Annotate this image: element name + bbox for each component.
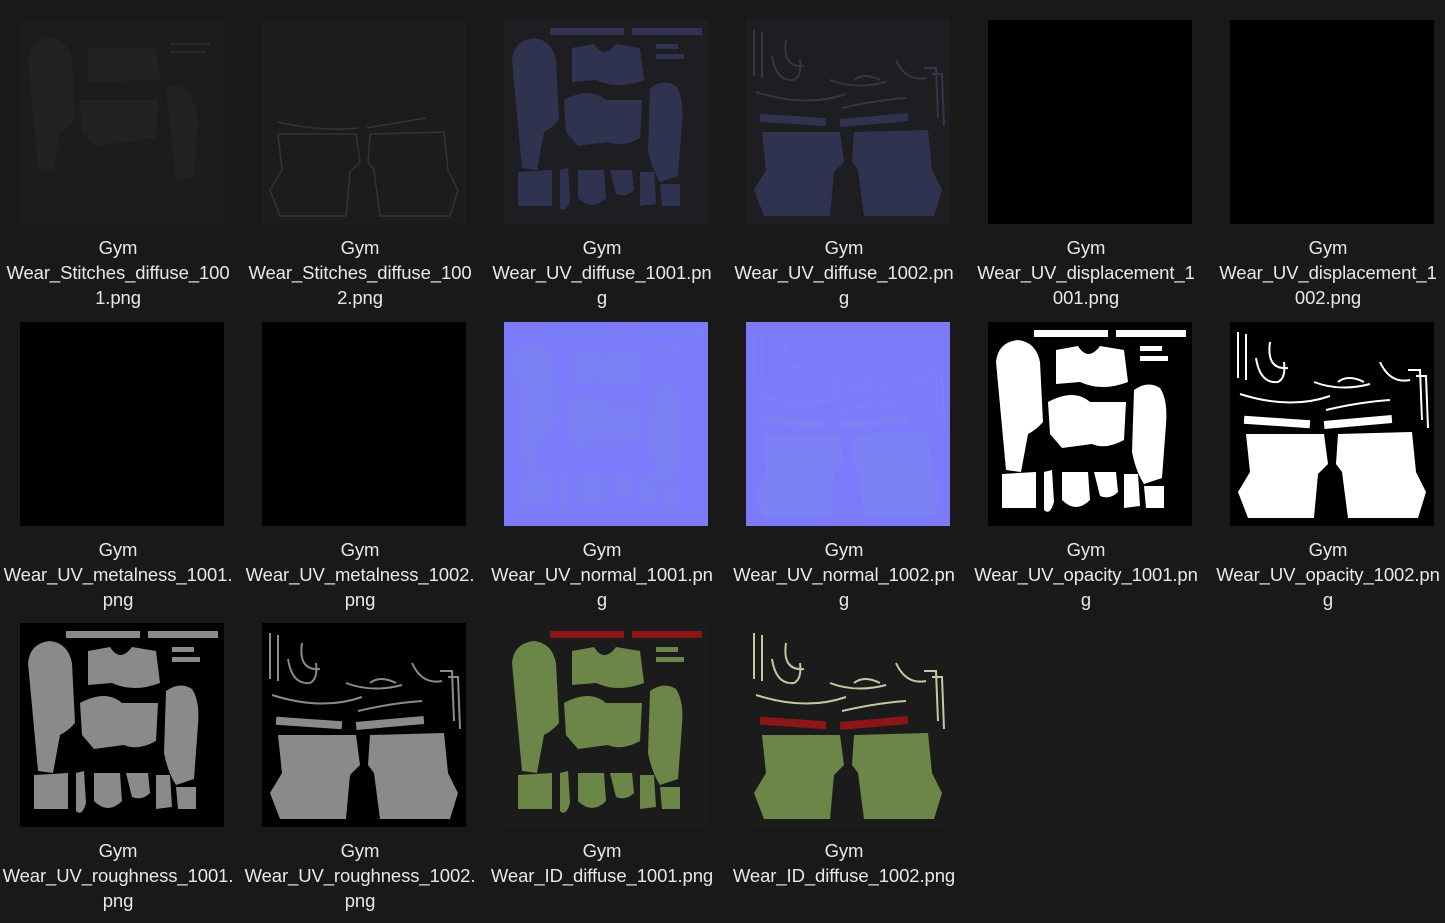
file-grid: Gym Wear_Stitches_diffuse_100 1.png Gym Wea… [0, 0, 1445, 923]
file-name-line: Wear_Stitches_diffuse_100 [6, 262, 230, 283]
file-name-line: Wear_UV_normal_1001.pn [491, 564, 713, 585]
file-item[interactable]: Gym Wear_UV_normal_1001.pn g [486, 302, 713, 610]
file-name: Gym Wear_ID_diffuse_1002.png [728, 838, 960, 888]
file-name-line: Gym [340, 539, 380, 560]
file-name: Gym Wear_UV_diffuse_1001.pn g [486, 235, 718, 310]
file-name-line: Gym [340, 840, 380, 861]
file-name: Gym Wear_UV_displacement_1 002.png [1212, 235, 1444, 310]
file-item[interactable]: Gym Wear_UV_roughness_1001.png [2, 603, 234, 911]
file-name-line: Gym [1066, 237, 1106, 258]
texture-thumbnail-icon [504, 623, 708, 827]
file-name-line: Gym [98, 840, 138, 861]
file-name-line: Wear_UV_displacement_1 [977, 262, 1195, 283]
file-name-line: Wear_ID_diffuse_1002.png [732, 865, 956, 886]
file-name: Gym Wear_ID_diffuse_1001.png [486, 838, 718, 888]
texture-thumbnail-icon [746, 322, 950, 526]
file-item[interactable]: Gym Wear_UV_diffuse_1002.pn g [728, 0, 954, 308]
file-item[interactable]: Gym Wear_ID_diffuse_1002.png [728, 603, 955, 903]
file-item[interactable]: Gym Wear_UV_displacement_1 002.png [1212, 0, 1437, 308]
file-item[interactable]: Gym Wear_UV_normal_1002.pn g [728, 302, 955, 610]
texture-thumbnail-icon [746, 623, 950, 827]
file-name-line: Wear_UV_metalness_1002. [245, 564, 475, 585]
file-name-line: Wear_UV_opacity_1001.pn [974, 564, 1198, 585]
file-name-line: Wear_UV_metalness_1001. [3, 564, 233, 585]
texture-thumbnail-icon [988, 322, 1192, 526]
file-name: Gym Wear_Stitches_diffuse_100 1.png [2, 235, 234, 310]
file-name: Gym Wear_UV_normal_1001.pn g [486, 537, 718, 612]
file-name-line: g [1080, 589, 1092, 610]
texture-thumbnail-icon [20, 20, 224, 224]
texture-thumbnail-icon [20, 623, 224, 827]
file-name-line: Gym [582, 237, 622, 258]
file-item[interactable]: Gym Wear_ID_diffuse_1001.png [486, 603, 713, 903]
file-name-line: Gym [1308, 539, 1348, 560]
file-name-line: Wear_UV_roughness_1001. [2, 865, 234, 886]
file-name-line: Gym [824, 840, 864, 861]
file-name-line: Gym [824, 237, 864, 258]
file-item[interactable]: Gym Wear_UV_roughness_1002.png [244, 603, 476, 911]
file-item[interactable]: Gym Wear_UV_opacity_1002.png [1212, 302, 1440, 610]
file-name-line: Wear_UV_opacity_1002.pn [1216, 564, 1440, 585]
file-name: Gym Wear_UV_displacement_1 001.png [970, 235, 1202, 310]
file-name: Gym Wear_UV_metalness_1002. png [244, 537, 476, 612]
texture-thumbnail-icon [262, 623, 466, 827]
file-name: Gym Wear_UV_roughness_1002.png [244, 838, 476, 913]
file-name: Gym Wear_UV_roughness_1001.png [2, 838, 234, 913]
file-name-line: png [102, 890, 134, 911]
file-name: Gym Wear_Stitches_diffuse_100 2.png [244, 235, 476, 310]
file-item[interactable]: Gym Wear_UV_opacity_1001.png [970, 302, 1198, 610]
file-name-line: Wear_UV_displacement_1 [1219, 262, 1437, 283]
file-name: Gym Wear_UV_opacity_1001.png [970, 537, 1202, 612]
file-item[interactable]: Gym Wear_UV_metalness_1001. png [2, 302, 232, 610]
file-name-line: Wear_UV_diffuse_1001.pn [492, 262, 712, 283]
file-name-line: Wear_UV_roughness_1002. [244, 865, 476, 886]
file-name-line: Gym [1308, 237, 1348, 258]
file-name-line: Gym [1066, 539, 1106, 560]
texture-thumbnail-icon [504, 20, 708, 224]
texture-thumbnail-icon [262, 322, 466, 526]
texture-thumbnail-icon [746, 20, 950, 224]
file-name-line: Wear_Stitches_diffuse_100 [248, 262, 472, 283]
file-name: Gym Wear_UV_opacity_1002.png [1212, 537, 1444, 612]
file-name-line: Gym [98, 237, 138, 258]
file-name: Gym Wear_UV_normal_1002.pn g [728, 537, 960, 612]
file-name-line: Wear_UV_normal_1002.pn [733, 564, 955, 585]
texture-thumbnail-icon [988, 20, 1192, 224]
texture-thumbnail-icon [20, 322, 224, 526]
file-name-line: Gym [98, 539, 138, 560]
texture-thumbnail-icon [1230, 322, 1434, 526]
file-name-line: Wear_ID_diffuse_1001.png [490, 865, 714, 886]
file-name-line: Gym [824, 539, 864, 560]
texture-thumbnail-icon [1230, 20, 1434, 224]
file-item[interactable]: Gym Wear_Stitches_diffuse_100 1.png [2, 0, 230, 308]
file-item[interactable]: Gym Wear_UV_metalness_1002. png [244, 302, 474, 610]
file-item[interactable]: Gym Wear_Stitches_diffuse_100 2.png [244, 0, 472, 308]
file-item[interactable]: Gym Wear_UV_displacement_1 001.png [970, 0, 1195, 308]
file-name: Gym Wear_UV_metalness_1001. png [2, 537, 234, 612]
file-name-line: Gym [582, 539, 622, 560]
file-item[interactable]: Gym Wear_UV_diffuse_1001.pn g [486, 0, 712, 308]
file-name-line: Wear_UV_diffuse_1002.pn [734, 262, 954, 283]
file-name: Gym Wear_UV_diffuse_1002.pn g [728, 235, 960, 310]
file-name-line: g [1322, 589, 1334, 610]
file-name-line: Gym [340, 237, 380, 258]
texture-thumbnail-icon [262, 20, 466, 224]
file-name-line: png [344, 890, 376, 911]
texture-thumbnail-icon [504, 322, 708, 526]
file-name-line: Gym [582, 840, 622, 861]
